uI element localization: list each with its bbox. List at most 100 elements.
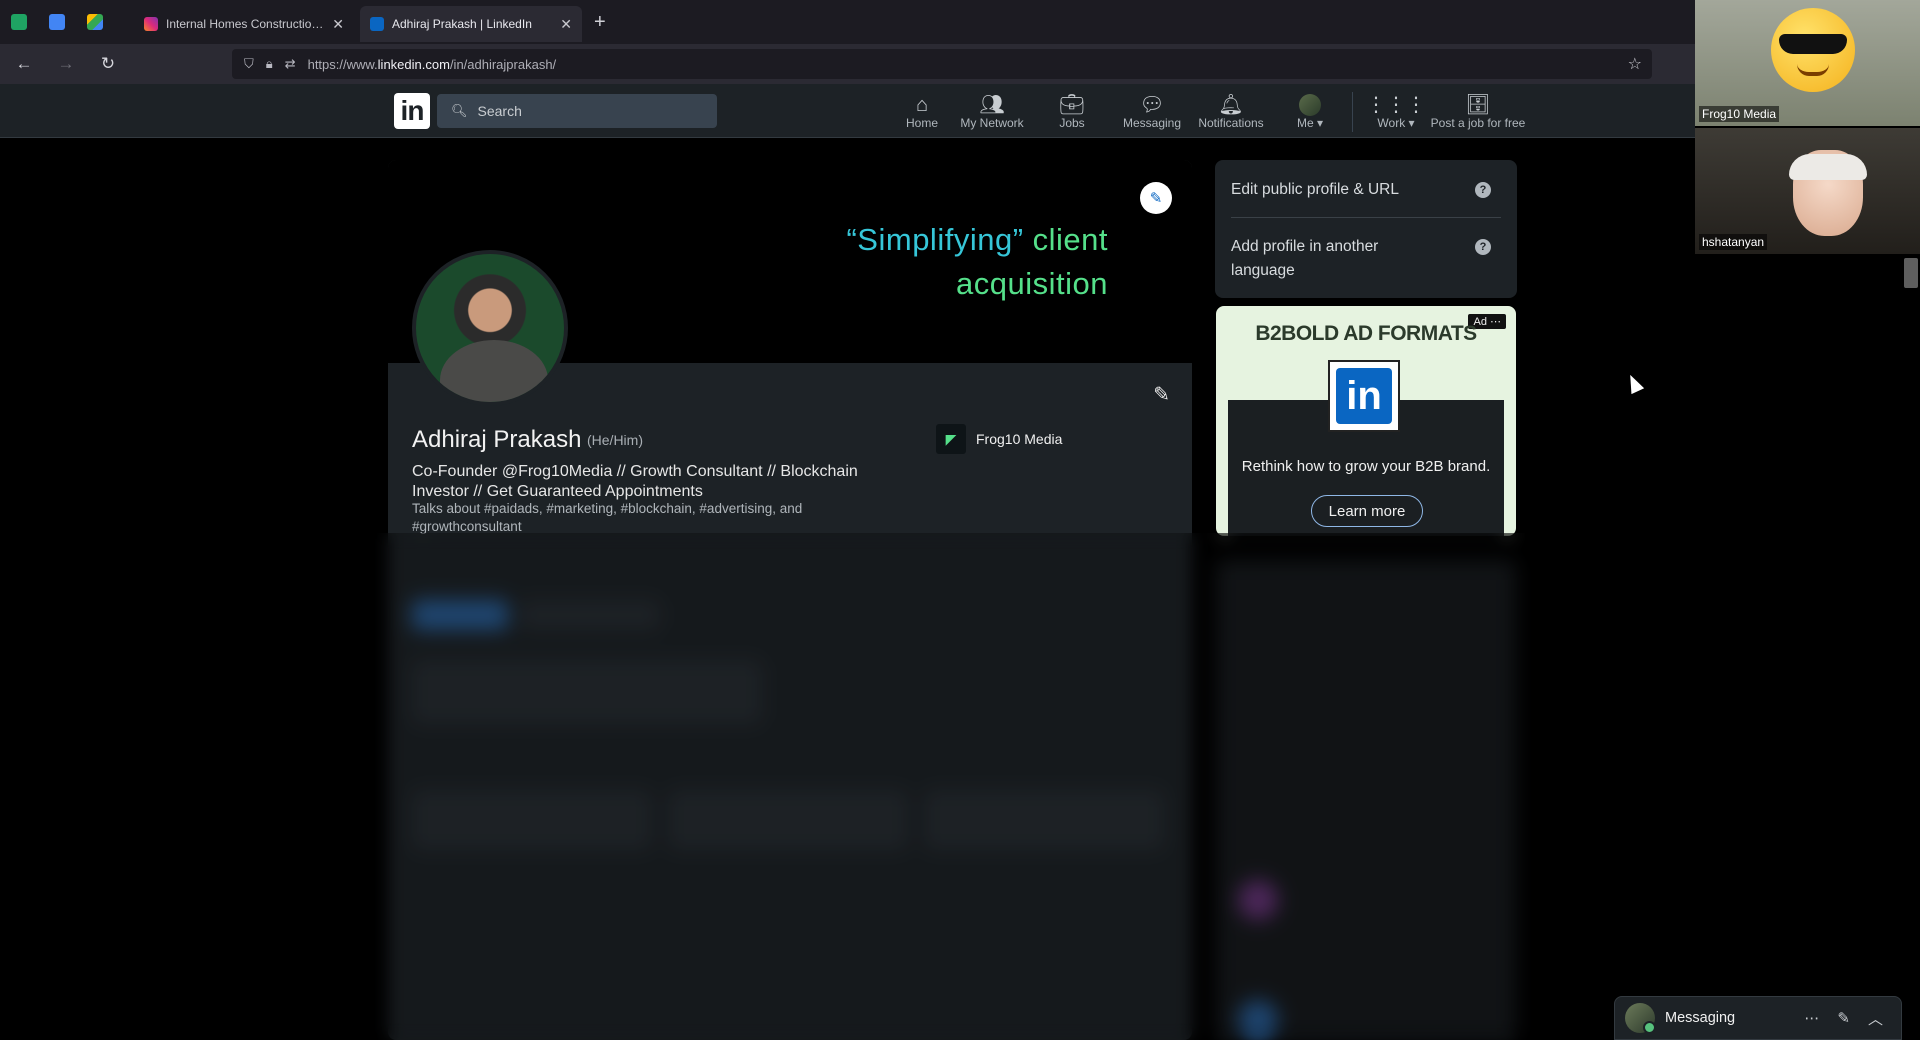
browser-nav-bar: ← → ↻ ⛉ 🔒︎ ⇄ https://www. linkedin.com/in… — [0, 44, 1695, 84]
tab-linkedin[interactable]: Adhiraj Prakash | LinkedIn ✕ — [360, 6, 582, 42]
ad-linkedin-logo: in — [1328, 360, 1400, 432]
reload-icon[interactable]: ↻ — [90, 48, 126, 80]
edit-banner-button[interactable]: ✎ — [1140, 182, 1172, 214]
nav-me-label: Me ▾ — [1296, 116, 1324, 130]
divider — [1231, 217, 1501, 218]
scrollbar-thumb[interactable] — [1904, 258, 1918, 288]
mouse-cursor-icon — [1623, 371, 1645, 395]
linkedin-header: in 🔍︎ Search ⌂ Home 👥︎ My Network 💼︎ Job… — [0, 84, 1695, 138]
post-job-icon: 🗄︎ — [1465, 94, 1491, 116]
nav-work[interactable]: ⋮⋮⋮ Work ▾ — [1366, 90, 1426, 134]
nav-work-label: Work ▾ — [1377, 116, 1415, 130]
ad-card[interactable]: Ad ⋯ B2BOLD AD FORMATS in Rethink how to… — [1216, 306, 1516, 536]
grid-icon: ⋮⋮⋮ — [1366, 94, 1426, 116]
nav-me[interactable]: Me ▾ — [1284, 90, 1336, 134]
avatar — [1299, 94, 1321, 116]
nav-home-label: Home — [905, 116, 938, 130]
tab-instagram[interactable]: Internal Homes Construction In ✕ — [134, 6, 354, 42]
learn-more-button[interactable]: Learn more — [1311, 495, 1423, 527]
nav-jobs-label: Jobs — [1059, 116, 1085, 130]
browser-tab-bar: Internal Homes Construction In ✕ Adhiraj… — [0, 0, 1695, 44]
ad-copy: Rethink how to grow your B2B brand. — [1241, 458, 1491, 475]
edit-intro-pencil-icon[interactable]: ✎ — [1153, 382, 1170, 407]
help-icon[interactable]: ? — [1475, 239, 1491, 255]
banner-line1-a: “Simplifying” — [846, 222, 1024, 257]
pencil-icon: ✎ — [1149, 190, 1163, 207]
nav-network-label: My Network — [960, 116, 1024, 130]
linkedin-logo[interactable]: in — [394, 93, 430, 129]
profile-headline: Co-Founder @Frog10Media // Growth Consul… — [412, 463, 858, 500]
profile-name: Adhiraj Prakash — [412, 426, 582, 453]
banner-text: “Simplifying” client acquisition — [846, 218, 1108, 306]
search-input[interactable]: 🔍︎ Search — [437, 94, 717, 128]
nav-divider — [1352, 92, 1353, 132]
people-icon: 👥︎ — [979, 94, 1005, 116]
nav-post-job-label: Post a job for free — [1430, 116, 1526, 130]
instagram-icon — [144, 17, 158, 31]
url-prefix: https://www. — [307, 56, 378, 72]
nav-jobs[interactable]: 💼︎ Jobs — [1044, 90, 1100, 134]
banner-line1-b: client — [1023, 222, 1108, 257]
nav-notifications[interactable]: 🔔︎ Notifications — [1192, 90, 1270, 134]
profile-pronouns: (He/Him) — [587, 432, 643, 448]
pinned-tab-docs[interactable] — [38, 0, 76, 44]
nav-messaging[interactable]: 💬︎ Messaging — [1118, 90, 1186, 134]
url-path: /in/adhirajprakash/ — [449, 56, 557, 72]
nav-notifications-label: Notifications — [1198, 116, 1264, 130]
banner-line2: acquisition — [956, 266, 1108, 301]
forward-arrow-icon[interactable]: → — [48, 48, 84, 80]
search-icon: 🔍︎ — [451, 103, 468, 118]
docs-icon — [49, 14, 65, 30]
linkedin-favicon-icon — [370, 17, 384, 31]
video-tile-participant-1[interactable]: Frog10 Media — [1695, 0, 1920, 126]
briefcase-icon: 💼︎ — [1059, 94, 1085, 116]
tab-label: Adhiraj Prakash | LinkedIn — [392, 17, 532, 31]
participant-name: hshatanyan — [1699, 234, 1768, 250]
back-arrow-icon[interactable]: ← — [6, 48, 42, 80]
bookmark-star-icon[interactable]: ☆ — [1628, 54, 1642, 74]
edit-public-profile-link[interactable]: Edit public profile & URL — [1231, 178, 1399, 202]
address-bar[interactable]: ⛉ 🔒︎ ⇄ https://www. linkedin.com/in/adhir… — [232, 49, 1652, 79]
video-tile-participant-2[interactable]: hshatanyan — [1695, 128, 1920, 254]
permissions-icon[interactable]: ⇄ — [285, 56, 296, 72]
tab-label: Internal Homes Construction In — [166, 17, 327, 31]
new-tab-button[interactable]: + — [594, 11, 606, 34]
ad-title: B2BOLD AD FORMATS — [1255, 322, 1477, 345]
add-language-profile-link[interactable]: Add profile in another language — [1231, 235, 1431, 283]
nav-messaging-label: Messaging — [1122, 116, 1182, 130]
sunglasses-emoji-icon — [1771, 8, 1855, 92]
messaging-bar[interactable]: Messaging ⋯ ✎ ︿ — [1614, 996, 1902, 1040]
profile-settings-card: Edit public profile & URL ? Add profile … — [1215, 160, 1517, 298]
pinned-tab-drive[interactable] — [76, 0, 114, 44]
sunglasses — [1779, 34, 1847, 54]
participant-name: Frog10 Media — [1699, 106, 1780, 122]
linkedin-logo-icon: in — [1336, 368, 1392, 424]
memoji-avatar-icon — [1789, 150, 1867, 236]
profile-photo[interactable] — [412, 250, 568, 406]
help-icon[interactable]: ? — [1475, 182, 1491, 198]
drive-icon — [87, 14, 103, 30]
bell-icon: 🔔︎ — [1218, 94, 1244, 116]
nav-home[interactable]: ⌂ Home — [894, 90, 950, 134]
company-logo-icon: ◤ — [936, 424, 966, 454]
blurred-region — [0, 533, 1695, 1040]
nav-my-network[interactable]: 👥︎ My Network — [956, 90, 1028, 134]
chat-bubble-icon: 💬︎ — [1139, 94, 1165, 116]
current-company[interactable]: ◤ Frog10 Media — [936, 424, 1062, 454]
compose-icon[interactable]: ✎ — [1837, 1009, 1850, 1027]
shield-icon[interactable]: ⛉ — [244, 56, 254, 72]
close-tab-icon[interactable]: ✕ — [560, 16, 572, 33]
profile-photo-suit — [440, 340, 548, 402]
nav-post-job[interactable]: 🗄︎ Post a job for free — [1428, 90, 1528, 134]
more-options-icon[interactable]: ⋯ — [1804, 1009, 1819, 1027]
chevron-up-icon[interactable]: ︿ — [1868, 1008, 1883, 1029]
smile — [1797, 64, 1829, 76]
lock-icon[interactable]: 🔒︎ — [266, 56, 273, 72]
pinned-tab-sheets[interactable] — [0, 0, 38, 44]
url-domain: linkedin.com — [377, 56, 450, 72]
memoji-hair — [1789, 154, 1867, 180]
company-name: Frog10 Media — [976, 431, 1063, 447]
search-placeholder: Search — [477, 103, 522, 119]
profile-talks-about: Talks about #paidads, #marketing, #block… — [412, 501, 803, 534]
close-tab-icon[interactable]: ✕ — [332, 16, 344, 33]
